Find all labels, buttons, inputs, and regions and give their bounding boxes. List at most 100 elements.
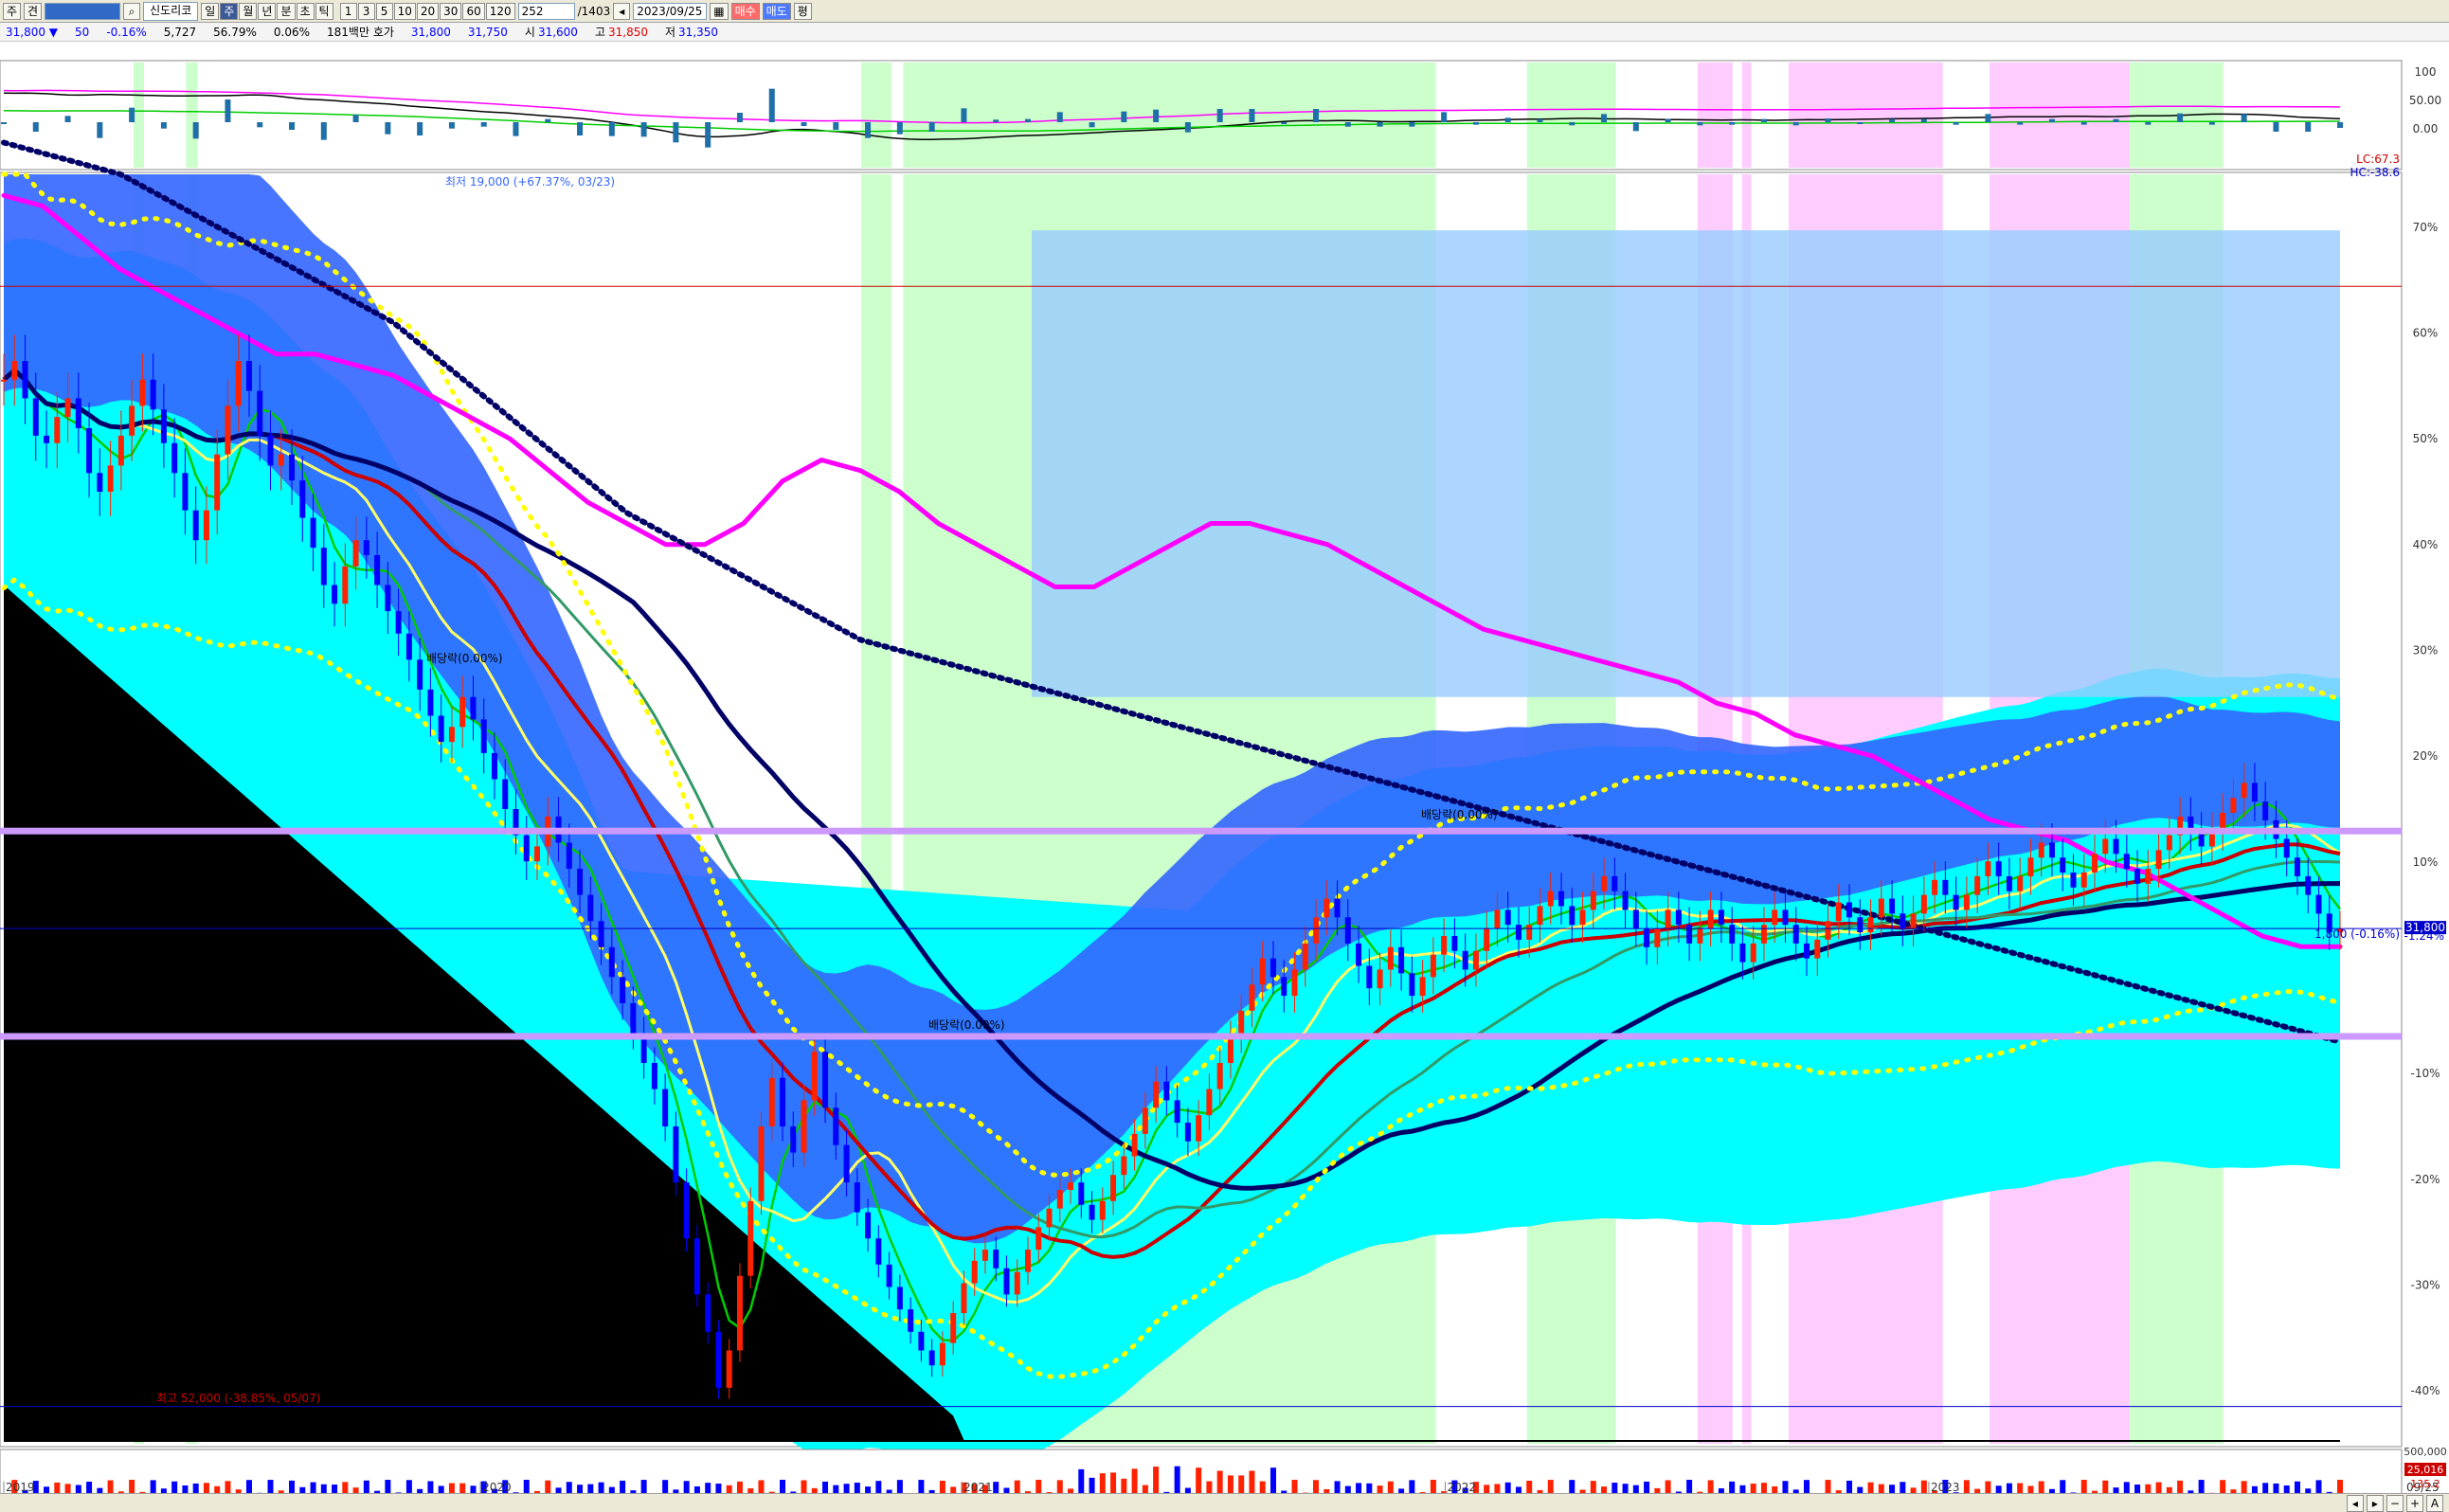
candle-body-189 [2017, 875, 2024, 891]
indicator-bar-33 [352, 115, 359, 122]
indicator-bar-159 [1697, 122, 1703, 126]
candle-body-109 [1163, 1081, 1170, 1101]
indicator-bar-183 [1953, 122, 1959, 125]
vol-tick-0: 500,000 [2404, 1446, 2447, 1458]
candle-body-77 [822, 1052, 829, 1108]
candle-body-83 [886, 1264, 892, 1287]
stock-code-input[interactable] [45, 2, 121, 20]
zoom-in-icon[interactable]: + [2405, 1494, 2423, 1512]
candle-body-96 [1024, 1250, 1031, 1272]
interval-tab-30[interactable]: 30 [440, 2, 462, 20]
date-input[interactable]: 2023/09/25 [633, 2, 708, 20]
volume-bar-65 [693, 1485, 700, 1493]
fit-icon[interactable]: A [2426, 1494, 2443, 1512]
indicator-axis: 100 50.00 0.00 [2409, 65, 2441, 135]
volume-bar-213 [2273, 1483, 2279, 1493]
volume-bar-143 [1526, 1480, 1533, 1493]
volume-bar-160 [1707, 1480, 1714, 1493]
indicator-bar-57 [608, 122, 615, 136]
candle-body-156 [1665, 909, 1671, 929]
indicator-bar-162 [1729, 122, 1736, 125]
candle-body-159 [1697, 928, 1703, 944]
period-tab-4[interactable]: 분 [277, 2, 296, 20]
volume-bar-153 [1632, 1485, 1639, 1493]
candle-body-86 [918, 1331, 925, 1351]
period-tab-0[interactable]: 일 [201, 2, 220, 20]
stock-chart[interactable]: 최저 19,000 (+67.37%, 03/23) 최고 52,000 (-38… [0, 42, 2449, 1493]
ind-band-6 [1741, 63, 1752, 168]
sell-button[interactable]: 매도 [762, 2, 791, 20]
indicator-bar-213 [2273, 122, 2279, 132]
indicator-bar-99 [1056, 112, 1063, 122]
buy-button[interactable]: 매수 [730, 2, 760, 20]
volume-bar-212 [2262, 1483, 2269, 1493]
candle-body-164 [1750, 943, 1756, 963]
interval-tab-10[interactable]: 10 [393, 2, 416, 20]
volume-bar-95 [1014, 1480, 1020, 1493]
volume-bar-27 [289, 1480, 296, 1493]
scroll-right-icon[interactable]: ▸ [2366, 1494, 2384, 1512]
ind-band-0 [133, 63, 144, 168]
indicator-bar-42 [448, 122, 455, 129]
volume-bar-18 [192, 1483, 199, 1493]
period-tab-2[interactable]: 월 [239, 2, 258, 20]
indicator-bar-147 [1569, 122, 1576, 126]
volume-bar-107 [1142, 1485, 1148, 1493]
amount-label: 181백만 호가 [327, 26, 394, 39]
candle-body-54 [577, 869, 584, 895]
volume-bar-101 [1078, 1468, 1085, 1493]
count-input[interactable]: 252 [517, 2, 575, 20]
search-icon[interactable]: ⌕ [123, 2, 141, 20]
extra-button[interactable]: 평 [793, 2, 812, 20]
calendar-icon[interactable]: ▦ [710, 2, 729, 20]
candle-body-151 [1612, 875, 1618, 891]
period-tab-5[interactable]: 초 [296, 2, 315, 20]
candle-body-69 [736, 1275, 743, 1351]
indicator-bar-30 [320, 122, 327, 140]
pct-tick-8: -20% [2410, 1173, 2440, 1186]
candle-body-40 [427, 689, 434, 716]
interval-tab-20[interactable]: 20 [416, 2, 440, 20]
interval-tab-60[interactable]: 60 [462, 2, 485, 20]
candle-body-144 [1537, 906, 1543, 926]
interval-tab-120[interactable]: 120 [485, 2, 515, 20]
candle-body-71 [758, 1126, 765, 1201]
volume-bar-36 [385, 1480, 391, 1493]
scroll-left-icon[interactable]: ◂ [2346, 1494, 2364, 1512]
indicator-bar-189 [2017, 122, 2024, 125]
indicator-bar-186 [1985, 114, 1991, 122]
candle-body-2 [22, 361, 28, 399]
ind-band-1 [186, 63, 198, 168]
volume-bar-126 [1344, 1485, 1351, 1493]
volume-bar-38 [405, 1480, 412, 1493]
candle-body-4 [44, 435, 50, 443]
period-tab-1[interactable]: 주 [220, 2, 239, 20]
scroll-controls: ◂ ▸ − + A [0, 1493, 2449, 1512]
period-tab-3[interactable]: 년 [258, 2, 277, 20]
candle-body-117 [1249, 984, 1255, 1011]
market-select[interactable]: 주 [3, 2, 22, 20]
volume-bar-165 [1760, 1483, 1767, 1493]
volume-bar-208 [2220, 1480, 2226, 1493]
candle-body-129 [1377, 969, 1383, 989]
chart-type-select[interactable]: 견 [24, 2, 43, 20]
low-price: 31,350 [678, 25, 719, 39]
percent-axis: 70% 60% 50% 40% 30% 20% 10% -10% -20% -30% -40% [2410, 221, 2440, 1397]
indicator-bar-129 [1377, 122, 1383, 127]
volume-bar-110 [1174, 1466, 1180, 1493]
indicator-bar-21 [225, 99, 231, 122]
candle-body-121 [1291, 969, 1298, 997]
interval-tab-1[interactable]: 1 [339, 2, 357, 20]
volume-bar-14 [150, 1480, 156, 1493]
candle-body-93 [993, 1250, 999, 1269]
candle-body-27 [289, 454, 296, 481]
indicator-bar-78 [833, 122, 839, 130]
period-tab-6[interactable]: 틱 [315, 2, 333, 20]
prev-icon[interactable]: ◂ [613, 2, 631, 20]
interval-tab-3[interactable]: 3 [357, 2, 375, 20]
zoom-out-icon[interactable]: − [2386, 1494, 2404, 1512]
volume-bar-4 [44, 1486, 50, 1493]
interval-tab-5[interactable]: 5 [375, 2, 393, 20]
indicator-bar-135 [1441, 112, 1448, 122]
candle-body-50 [534, 846, 541, 862]
